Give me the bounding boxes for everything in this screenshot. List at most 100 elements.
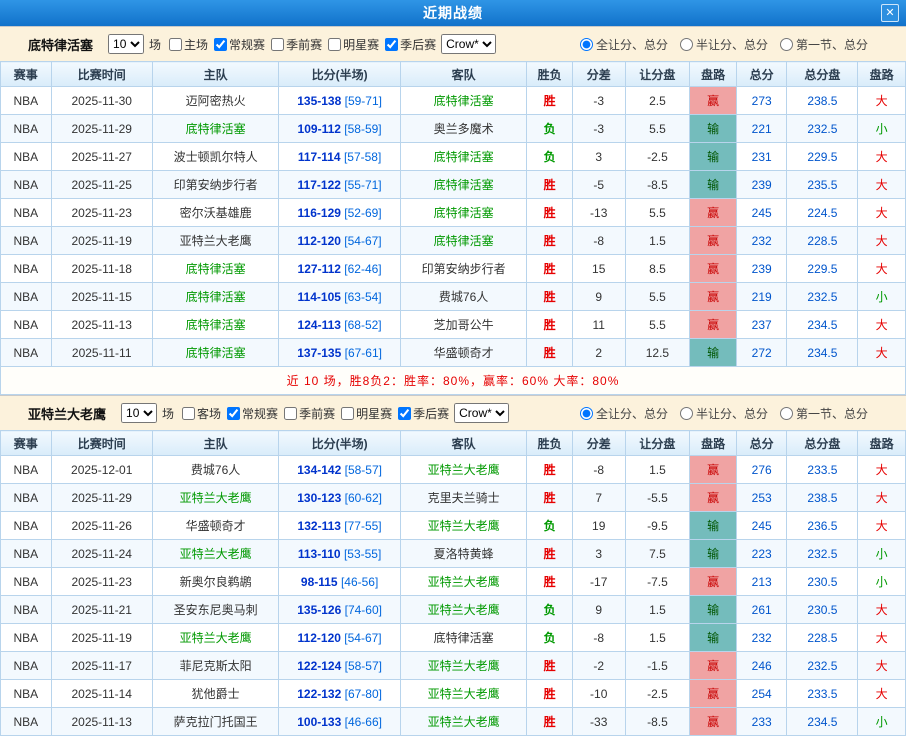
handicap-result-cell: 输 — [690, 512, 737, 540]
handicap-result-cell: 输 — [690, 171, 737, 199]
total-line-cell: 233.5 — [787, 680, 858, 708]
away-team-cell: 底特律活塞 — [400, 87, 527, 115]
checkbox-input[interactable] — [385, 38, 398, 51]
filter-checkbox[interactable]: 季后赛 — [395, 405, 449, 422]
handicap-result-cell: 赢 — [690, 199, 737, 227]
checkbox-input[interactable] — [341, 407, 354, 420]
handicap-result-cell: 赢 — [690, 311, 737, 339]
odds-type-radio[interactable]: 半让分、总分 — [680, 36, 768, 53]
checkbox-input[interactable] — [214, 38, 227, 51]
home-team-cell: 波士顿凯尔特人 — [152, 143, 279, 171]
final-score: 117-122 — [298, 178, 341, 192]
radio-input[interactable] — [780, 407, 793, 420]
filter-checkbox[interactable]: 常规赛 — [224, 405, 278, 422]
filter-checkbox[interactable]: 季后赛 — [382, 36, 436, 53]
score-cell: 137-135 [67-61] — [279, 339, 400, 367]
point-diff-cell: -8 — [572, 227, 625, 255]
checkbox-input[interactable] — [398, 407, 411, 420]
filter-checkbox[interactable]: 明星赛 — [325, 36, 379, 53]
odds-type-radio[interactable]: 半让分、总分 — [680, 405, 768, 422]
column-header: 总分盘 — [787, 431, 858, 456]
date-cell: 2025-11-19 — [51, 227, 152, 255]
filter-checkbox[interactable]: 客场 — [179, 405, 221, 422]
total-line-cell: 224.5 — [787, 199, 858, 227]
away-team-cell: 华盛顿奇才 — [400, 339, 527, 367]
over-under-cell: 大 — [858, 339, 906, 367]
over-under-cell: 小 — [858, 115, 906, 143]
home-team-cell: 华盛顿奇才 — [152, 512, 279, 540]
checkbox-input[interactable] — [169, 38, 182, 51]
point-diff-cell: -13 — [572, 199, 625, 227]
final-score: 112-120 — [298, 234, 341, 248]
column-header: 比分(半场) — [279, 431, 400, 456]
filter-checkbox[interactable]: 季前赛 — [268, 36, 322, 53]
total-line-cell: 232.5 — [787, 652, 858, 680]
final-score: 114-105 — [298, 290, 341, 304]
total-points-cell: 272 — [736, 339, 787, 367]
odds-type-radios: 全让分、总分半让分、总分第一节、总分 — [580, 405, 868, 422]
date-cell: 2025-11-24 — [51, 540, 152, 568]
radio-input[interactable] — [580, 38, 593, 51]
column-header: 赛事 — [1, 431, 52, 456]
total-points-cell: 223 — [736, 540, 787, 568]
checkbox-input[interactable] — [182, 407, 195, 420]
home-team-cell: 费城76人 — [152, 456, 279, 484]
checkbox-input[interactable] — [271, 38, 284, 51]
filter-checkbox[interactable]: 常规赛 — [211, 36, 265, 53]
point-diff-cell: 2 — [572, 339, 625, 367]
radio-input[interactable] — [580, 407, 593, 420]
results-table: 赛事比赛时间主队比分(半场)客队胜负分差让分盘盘路总分总分盘盘路NBA2025-… — [0, 430, 906, 736]
bookmaker-select[interactable]: Crow* — [441, 34, 496, 54]
date-cell: 2025-11-23 — [51, 199, 152, 227]
total-points-cell: 245 — [736, 199, 787, 227]
column-header: 盘路 — [690, 62, 737, 87]
handicap-result-cell: 赢 — [690, 456, 737, 484]
checkbox-input[interactable] — [227, 407, 240, 420]
league-cell: NBA — [1, 512, 52, 540]
games-unit-label: 场 — [149, 36, 161, 53]
close-button[interactable]: ✕ — [881, 4, 899, 22]
odds-type-radio[interactable]: 第一节、总分 — [780, 36, 868, 53]
halftime-score: [53-55] — [344, 547, 381, 561]
date-cell: 2025-11-25 — [51, 171, 152, 199]
away-team-cell: 亚特兰大老鹰 — [400, 652, 527, 680]
score-cell: 134-142 [58-57] — [279, 456, 400, 484]
win-lose-cell: 胜 — [527, 227, 573, 255]
radio-input[interactable] — [780, 38, 793, 51]
odds-type-radio[interactable]: 全让分、总分 — [580, 36, 668, 53]
final-score: 130-123 — [297, 491, 341, 505]
games-count-select[interactable]: 10 — [108, 34, 144, 54]
odds-type-radio[interactable]: 全让分、总分 — [580, 405, 668, 422]
filter-checkbox[interactable]: 主场 — [166, 36, 208, 53]
point-diff-cell: -33 — [572, 708, 625, 736]
total-line-cell: 228.5 — [787, 624, 858, 652]
column-header: 比赛时间 — [51, 431, 152, 456]
away-team-cell: 费城76人 — [400, 283, 527, 311]
total-line-cell: 234.5 — [787, 708, 858, 736]
point-diff-cell: 11 — [572, 311, 625, 339]
game-row: NBA2025-11-18底特律活塞127-112 [62-46]印第安纳步行者… — [1, 255, 906, 283]
bookmaker-select[interactable]: Crow* — [454, 403, 509, 423]
handicap-line-cell: -9.5 — [625, 512, 690, 540]
total-points-cell: 219 — [736, 283, 787, 311]
handicap-result-cell: 赢 — [690, 227, 737, 255]
column-header: 比赛时间 — [51, 62, 152, 87]
games-count-select[interactable]: 10 — [121, 403, 157, 423]
checkbox-input[interactable] — [328, 38, 341, 51]
win-lose-cell: 胜 — [527, 680, 573, 708]
away-team-cell: 底特律活塞 — [400, 227, 527, 255]
league-cell: NBA — [1, 311, 52, 339]
table-header-row: 赛事比赛时间主队比分(半场)客队胜负分差让分盘盘路总分总分盘盘路 — [1, 62, 906, 87]
radio-input[interactable] — [680, 38, 693, 51]
checkbox-input[interactable] — [284, 407, 297, 420]
filter-checkbox[interactable]: 季前赛 — [281, 405, 335, 422]
radio-input[interactable] — [680, 407, 693, 420]
sections: 底特律活塞10场主场常规赛季前赛明星赛季后赛Crow*全让分、总分半让分、总分第… — [0, 26, 906, 736]
filter-checkbox[interactable]: 明星赛 — [338, 405, 392, 422]
odds-type-radio[interactable]: 第一节、总分 — [780, 405, 868, 422]
game-row: NBA2025-11-19亚特兰大老鹰112-120 [54-67]底特律活塞胜… — [1, 227, 906, 255]
total-points-cell: 233 — [736, 708, 787, 736]
home-team-cell: 圣安东尼奥马刺 — [152, 596, 279, 624]
handicap-result-cell: 赢 — [690, 652, 737, 680]
score-cell: 117-122 [55-71] — [279, 171, 400, 199]
